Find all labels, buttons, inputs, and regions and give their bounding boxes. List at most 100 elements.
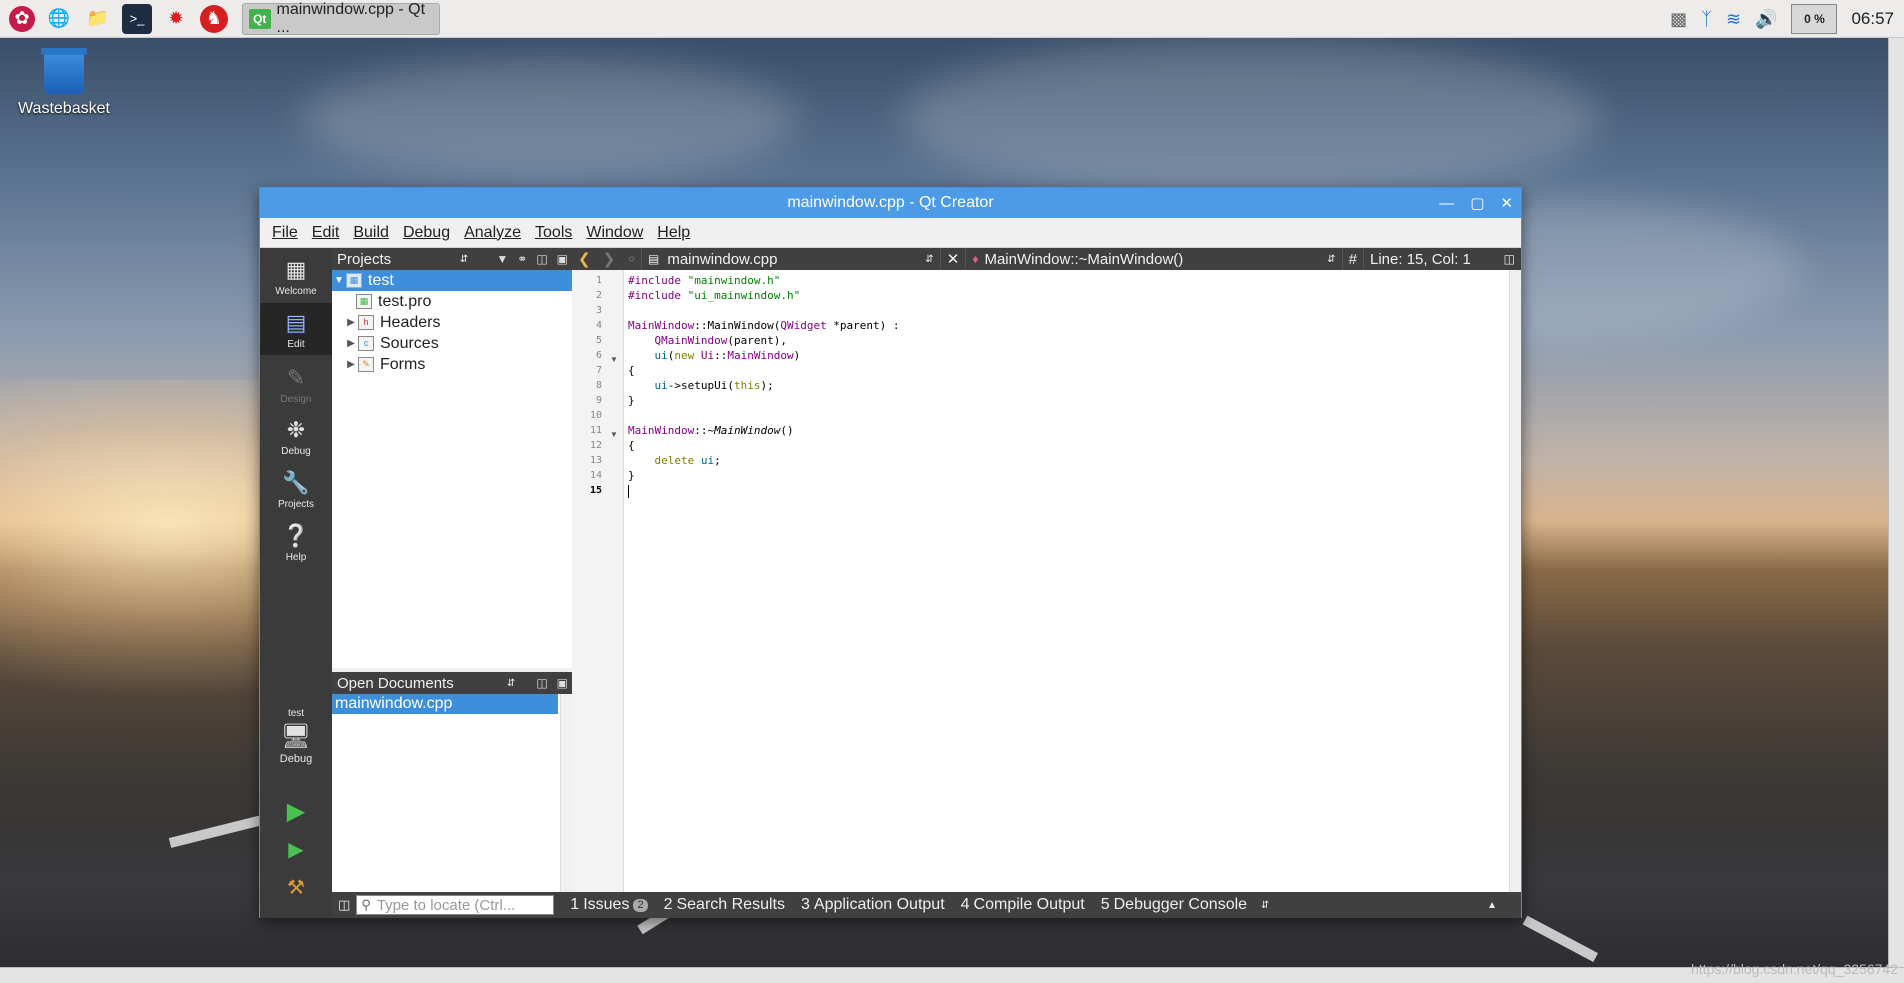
toggle-sidebar-icon[interactable]: ◫ — [338, 897, 350, 913]
expand-output-icon[interactable]: ▲ — [1487, 900, 1497, 911]
open-document-item[interactable]: mainwindow.cpp — [332, 694, 558, 714]
wastebasket-desktop-icon[interactable]: Wastebasket — [12, 48, 116, 118]
wifi-icon[interactable]: ≋ — [1726, 9, 1741, 30]
tab-search-results[interactable]: 2 Search Results — [664, 896, 785, 914]
symbol-selector[interactable]: ♦ MainWindow::~MainWindow() ⇵ — [966, 248, 1343, 270]
dropdown-arrows-icon[interactable]: ⇵ — [507, 678, 515, 689]
cpu-monitor[interactable]: 0 % — [1791, 4, 1838, 34]
tree-item-test-pro[interactable]: ▦ test.pro — [332, 291, 572, 312]
maximize-icon[interactable]: ▢ — [1470, 194, 1484, 212]
mode-design[interactable]: ✎ Design — [260, 358, 332, 408]
fold-arrow-icon[interactable]: ▼ — [610, 430, 618, 439]
tree-item-test[interactable]: ▼ ▦ test — [332, 270, 572, 291]
scrollbar[interactable] — [560, 694, 572, 892]
forms-folder-icon: ✎ — [358, 357, 374, 372]
dropdown-arrows-icon[interactable]: ⇵ — [460, 254, 468, 265]
line-number: 6 — [595, 350, 602, 361]
kit-selector[interactable]: test 🖥 Debug — [260, 708, 332, 778]
network-icon[interactable]: ▩ — [1670, 9, 1687, 30]
mode-welcome[interactable]: ▦ Welcome — [260, 250, 332, 300]
file-manager-icon[interactable]: 📁 — [83, 4, 113, 34]
bluetooth-icon[interactable]: ᛉ — [1701, 9, 1712, 30]
nav-buttons: ❮ ❯ ⚪ — [572, 248, 642, 270]
hash-button[interactable]: # — [1343, 248, 1364, 270]
tab-issues[interactable]: 1 Issues 2 — [570, 896, 648, 914]
close-document-icon[interactable]: ✕ — [941, 248, 967, 270]
split-editor-icon[interactable]: ◫ — [1504, 252, 1521, 266]
tab-compile-output[interactable]: 4 Compile Output — [961, 896, 1085, 914]
editor-scrollbar[interactable] — [1509, 270, 1521, 892]
projects-title[interactable]: Projects — [337, 251, 391, 268]
file-selector[interactable]: ▤ mainwindow.cpp ⇵ — [642, 248, 941, 270]
close-icon[interactable]: ✕ — [1500, 194, 1513, 212]
tree-item-headers[interactable]: ▶ h Headers — [332, 312, 572, 333]
code-line: QMainWindow(parent), — [654, 334, 787, 347]
menu-file[interactable]: File — [272, 224, 298, 242]
desktop-vertical-scrollbar[interactable] — [1888, 38, 1904, 967]
terminal-icon[interactable]: >_ — [122, 3, 152, 34]
kit-project: test — [287, 708, 305, 719]
back-icon[interactable]: ❮ — [578, 250, 591, 268]
clock[interactable]: 06:57 — [1851, 9, 1894, 29]
collapse-arrow-icon[interactable]: ▼ — [332, 275, 346, 286]
watermark-url: https://blog.csdn.net/qq_3256742 — [1690, 961, 1898, 977]
code-line: { — [628, 364, 635, 377]
mode-label: Projects — [277, 499, 315, 510]
filter-icon[interactable]: ▼ — [496, 252, 508, 266]
fold-arrow-icon[interactable]: ▼ — [610, 355, 618, 364]
menu-analyze[interactable]: Analyze — [464, 224, 521, 242]
close-pane-icon[interactable]: ▣ — [557, 252, 568, 266]
menu-build[interactable]: Build — [353, 224, 389, 242]
cursor-position[interactable]: Line: 15, Col: 1 — [1364, 248, 1504, 270]
debug-run-icon[interactable]: ▶ — [284, 838, 308, 862]
tab-label: Search Results — [676, 896, 785, 913]
tree-item-forms[interactable]: ▶ ✎ Forms — [332, 354, 572, 375]
locator-placeholder: Type to locate (Ctrl... — [376, 896, 516, 914]
bug-icon: ❉ — [286, 417, 306, 442]
tab-application-output[interactable]: 3 Application Output — [801, 896, 945, 914]
volume-icon[interactable]: 🔊 — [1755, 9, 1777, 30]
menu-window[interactable]: Window — [586, 224, 643, 242]
menu-tools[interactable]: Tools — [535, 224, 572, 242]
minimize-icon[interactable]: — — [1439, 195, 1454, 212]
menu-debug[interactable]: Debug — [403, 224, 450, 242]
close-pane-icon[interactable]: ▣ — [557, 676, 568, 690]
grid-icon: ▦ — [285, 257, 307, 282]
web-browser-icon[interactable]: 🌐 — [44, 4, 74, 34]
code-line: MainWindow::~MainWindow() — [628, 424, 794, 437]
menu-edit[interactable]: Edit — [312, 224, 340, 242]
menu-help[interactable]: Help — [657, 224, 690, 242]
expand-arrow-icon[interactable]: ▶ — [344, 338, 358, 349]
window-titlebar[interactable]: mainwindow.cpp - Qt Creator — ▢ ✕ — [260, 188, 1521, 218]
expand-arrow-icon[interactable]: ▶ — [344, 317, 358, 328]
mode-help[interactable]: ❔ Help — [260, 516, 332, 566]
math-icon[interactable]: ✹ — [161, 4, 191, 34]
wolfram-icon[interactable]: ♞ — [200, 4, 228, 33]
locator-input[interactable]: ⚲ Type to locate (Ctrl... — [356, 895, 555, 915]
split-icon[interactable]: ◫ — [536, 252, 547, 266]
run-icon[interactable]: ▶ — [284, 800, 308, 824]
code-editor[interactable]: 1 2 3 4 5 6 7 8 9 10 11 12 13 14 15 ▼ ▼ … — [572, 270, 1521, 892]
code-line: MainWindow::MainWindow(QWidget *parent) … — [628, 319, 900, 332]
taskbar-qt-creator-task[interactable]: Qt mainwindow.cpp - Qt ... — [242, 1, 440, 36]
tree-item-sources[interactable]: ▶ c Sources — [332, 333, 572, 354]
more-tabs-arrows-icon[interactable]: ⇵ — [1261, 900, 1269, 911]
open-documents-title[interactable]: Open Documents — [337, 675, 454, 692]
split-icon[interactable]: ◫ — [536, 676, 547, 690]
desktop-horizontal-scrollbar[interactable] — [0, 967, 1904, 983]
forward-icon[interactable]: ❯ — [603, 250, 616, 268]
tree-label: Sources — [380, 334, 439, 352]
code-line: ui->setupUi(this); — [654, 379, 774, 392]
wrench-icon: 🔧 — [282, 470, 310, 495]
mode-edit[interactable]: ▤ Edit — [260, 303, 332, 355]
build-hammer-icon[interactable]: ⚒ — [284, 876, 308, 900]
expand-arrow-icon[interactable]: ▶ — [344, 359, 358, 370]
headers-folder-icon: h — [358, 315, 374, 330]
link-icon[interactable]: ⚭ — [517, 252, 527, 266]
system-tray: ▩ ᛉ ≋ 🔊 0 % 06:57 — [1670, 0, 1904, 38]
mode-debug[interactable]: ❉ Debug — [260, 410, 332, 460]
mode-projects[interactable]: 🔧 Projects — [260, 463, 332, 513]
raspberry-menu-icon[interactable]: ✿ — [9, 5, 35, 32]
tab-debugger-console[interactable]: 5 Debugger Console — [1101, 896, 1247, 914]
